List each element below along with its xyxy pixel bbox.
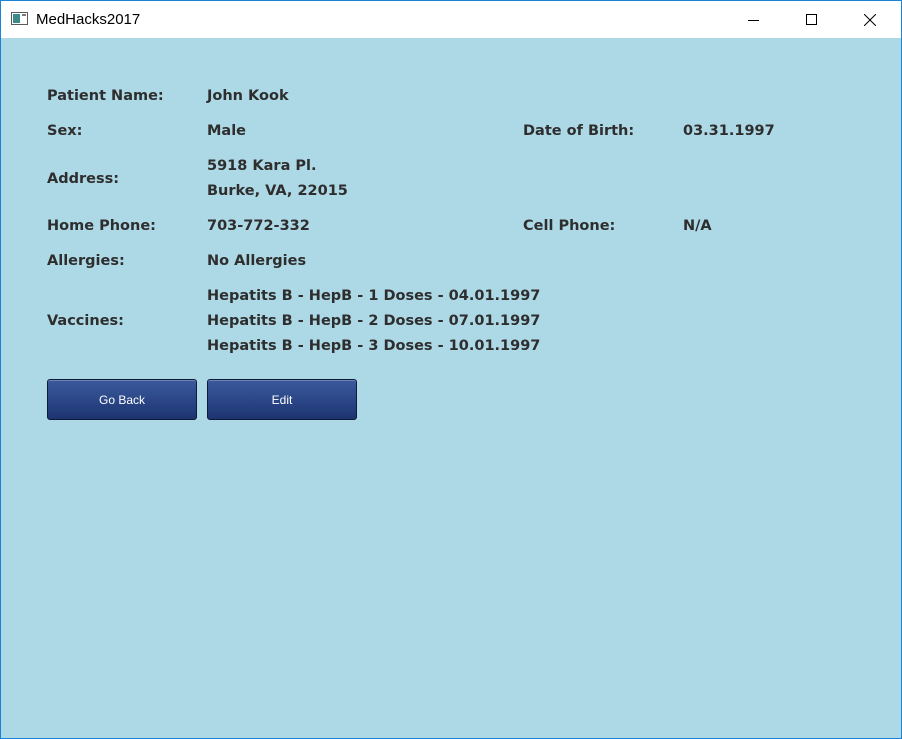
dob-value: 03.31.1997 (683, 123, 775, 139)
app-icon (11, 12, 28, 25)
title-bar[interactable]: MedHacks2017 (1, 1, 901, 38)
home-phone-label: Home Phone: (47, 218, 156, 234)
minimize-button[interactable] (731, 1, 777, 38)
maximize-icon (806, 14, 817, 25)
vaccine-item: Hepatits B - HepB - 3 Doses - 10.01.1997 (207, 338, 541, 354)
cell-phone-label: Cell Phone: (523, 218, 616, 234)
address-line-2: Burke, VA, 22015 (207, 183, 348, 199)
app-window: MedHacks2017 Patient Name: John Kook Sex… (0, 0, 902, 739)
close-button[interactable] (847, 1, 893, 38)
vaccine-item: Hepatits B - HepB - 2 Doses - 07.01.1997 (207, 313, 541, 329)
cell-phone-value: N/A (683, 218, 712, 234)
window-title: MedHacks2017 (36, 11, 141, 28)
allergies-label: Allergies: (47, 253, 125, 269)
address-line-1: 5918 Kara Pl. (207, 158, 317, 174)
sex-value: Male (207, 123, 247, 139)
vaccine-item: Hepatits B - HepB - 1 Doses - 04.01.1997 (207, 288, 541, 304)
patient-name-value: John Kook (207, 88, 289, 104)
address-label: Address: (47, 171, 120, 187)
minimize-icon (748, 20, 759, 21)
go-back-button[interactable]: Go Back (47, 379, 197, 420)
home-phone-value: 703-772-332 (207, 218, 310, 234)
vaccines-label: Vaccines: (47, 313, 124, 329)
dob-label: Date of Birth: (523, 123, 635, 139)
patient-name-label: Patient Name: (47, 88, 164, 104)
patient-details: Patient Name: John Kook Sex: Male Date o… (1, 38, 901, 738)
allergies-value: No Allergies (207, 253, 307, 269)
close-icon (864, 14, 876, 26)
maximize-button[interactable] (789, 1, 835, 38)
edit-button[interactable]: Edit (207, 379, 357, 420)
sex-label: Sex: (47, 123, 83, 139)
